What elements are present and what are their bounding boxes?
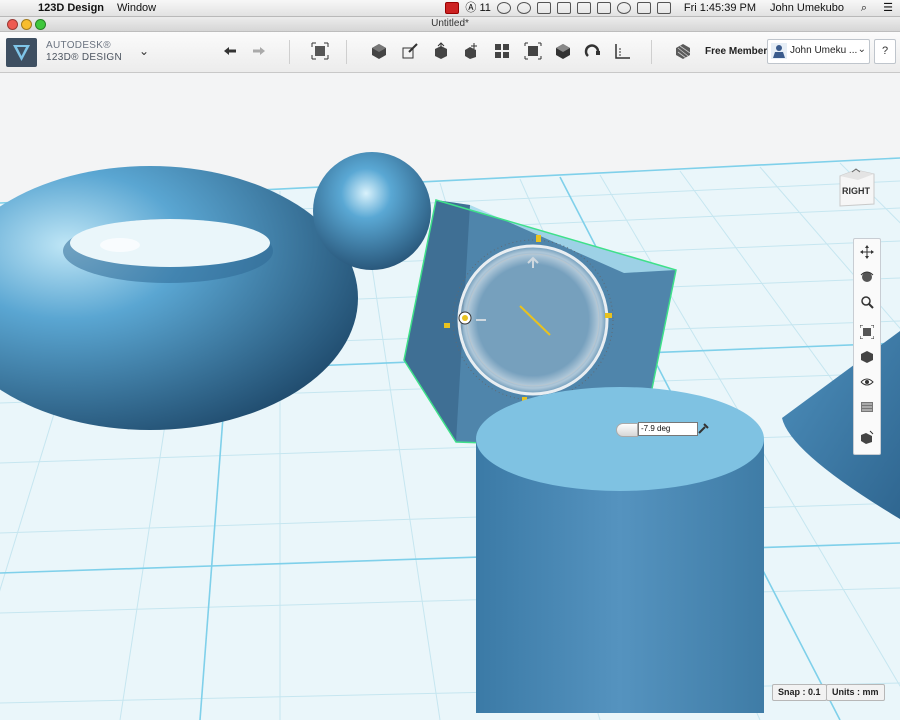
help-button[interactable]: ? [874, 39, 896, 64]
spotlight-icon[interactable]: ⌕ [857, 0, 871, 16]
dropbox-icon[interactable] [536, 2, 551, 14]
app-menu-chevron-icon[interactable]: ⌄ [139, 44, 149, 58]
document-title: Untitled* [431, 18, 469, 29]
pan-icon[interactable] [857, 242, 877, 262]
snap-button[interactable] [582, 40, 604, 62]
sync-icon[interactable] [516, 2, 531, 14]
record-icon[interactable] [445, 2, 460, 14]
primitives-button[interactable] [368, 40, 390, 62]
snap-status-button[interactable]: Snap : 0.1 [772, 684, 827, 701]
app-name-menu[interactable]: 123D Design [38, 0, 104, 16]
angle-tool-icon[interactable] [696, 422, 710, 436]
modify-button[interactable] [461, 40, 483, 62]
adobe-icon[interactable]: Ⓐ 11 [465, 0, 490, 16]
free-member-label: Free Member [705, 46, 768, 57]
materials-button[interactable] [672, 40, 694, 62]
status-area: Ⓐ 11 Fri 1:45:39 PM John Umekubo ⌕ ☰ [442, 0, 900, 16]
chevron-down-icon: ⌄ [857, 44, 866, 55]
autodesk-wordmark: AUTODESK® [46, 40, 111, 51]
window-menu[interactable]: Window [117, 0, 156, 16]
solid-view-icon[interactable] [857, 427, 877, 447]
fit-view-icon[interactable] [857, 322, 877, 342]
navigation-bar [853, 238, 881, 455]
scene-canvas[interactable] [0, 73, 900, 720]
undo-button[interactable] [219, 40, 241, 62]
mirror-icon[interactable] [556, 2, 571, 14]
3d-viewport[interactable]: RIGHT -7.9 deg Snap: 0.1 Units: mm [0, 73, 900, 720]
menubar-user[interactable]: John Umekubo [770, 0, 844, 16]
group-button[interactable] [522, 40, 544, 62]
transform-button[interactable] [309, 40, 331, 62]
angle-drag-handle[interactable] [616, 423, 638, 437]
window-title-bar: Untitled* [0, 17, 900, 32]
zoom-icon[interactable] [857, 292, 877, 312]
product-wordmark: 123D® DESIGN [46, 52, 122, 63]
redo-button[interactable] [248, 40, 270, 62]
user-account-dropdown[interactable]: John Umeku ... ⌄ [767, 39, 870, 64]
volume-icon[interactable] [636, 2, 651, 14]
angle-input[interactable]: -7.9 deg [638, 422, 698, 436]
units-status-button[interactable]: Units : mm [826, 684, 885, 701]
orbit-icon[interactable] [857, 267, 877, 287]
bluetooth-icon[interactable] [596, 2, 611, 14]
viewcube-face-label: RIGHT [842, 186, 870, 196]
toolbar-divider [289, 40, 290, 64]
combine-button[interactable] [552, 40, 574, 62]
sphere-object[interactable] [313, 152, 431, 270]
sketch-button[interactable] [399, 40, 421, 62]
battery-icon[interactable] [656, 2, 671, 14]
menubar-clock[interactable]: Fri 1:45:39 PM [684, 0, 756, 16]
toolbar-divider [346, 40, 347, 64]
adobe-count: 11 [479, 2, 491, 14]
construct-button[interactable] [430, 40, 452, 62]
visibility-eye-icon[interactable] [857, 372, 877, 392]
wifi-icon[interactable] [616, 2, 631, 14]
notification-icon[interactable]: ☰ [881, 0, 895, 16]
pattern-button[interactable] [491, 40, 513, 62]
material-view-icon[interactable] [857, 397, 877, 417]
measure-button[interactable] [611, 40, 633, 62]
toolbar-divider [651, 40, 652, 64]
skype-icon[interactable] [496, 2, 511, 14]
app-logo-icon[interactable] [6, 38, 37, 67]
user-name-label: John Umeku ... [790, 45, 858, 56]
eject-icon[interactable] [576, 2, 591, 14]
main-toolbar: AUTODESK® 123D® DESIGN ⌄ Free Member Joh… [0, 32, 900, 73]
view-style-icon[interactable] [857, 347, 877, 367]
mac-menu-bar: 123D Design Window Ⓐ 11 Fri 1:45:39 PM J… [0, 0, 900, 17]
user-avatar-icon [771, 43, 787, 59]
rotation-angle-control: -7.9 deg [616, 422, 710, 437]
